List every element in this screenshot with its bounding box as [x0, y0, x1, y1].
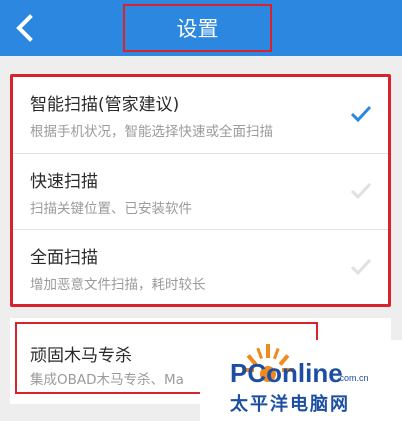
check-icon [350, 182, 372, 200]
brand-domain: .com.cn [337, 373, 369, 383]
title-highlight: 设置 [123, 4, 272, 52]
brand-text: PConline [230, 358, 343, 388]
option-quick-scan[interactable]: 快速扫描 扫描关键位置、已安装软件 [13, 153, 388, 228]
brand-cn-name: 太平洋电脑网 [230, 394, 350, 415]
trojan-title: 顽固木马专杀 [30, 346, 132, 366]
chevron-left-icon [16, 14, 33, 42]
option-subtitle: 根据手机状况，智能选择快速或全面扫描 [30, 124, 273, 140]
option-title: 快速扫描 [30, 172, 98, 192]
option-smart-scan[interactable]: 智能扫描(管家建议) 根据手机状况，智能选择快速或全面扫描 [13, 77, 388, 151]
scan-mode-group: 智能扫描(管家建议) 根据手机状况，智能选择快速或全面扫描 快速扫描 扫描关键位… [10, 74, 391, 307]
option-full-scan[interactable]: 全面扫描 增加恶意文件扫描，耗时较长 [13, 229, 388, 304]
pconline-watermark: PConline .com.cn 太平洋电脑网 [200, 340, 402, 421]
page-title: 设置 [176, 17, 219, 41]
option-subtitle: 增加恶意文件扫描，耗时较长 [30, 277, 206, 293]
back-button[interactable] [6, 8, 46, 48]
option-title: 全面扫描 [30, 248, 98, 268]
check-icon [350, 105, 372, 123]
check-icon [350, 258, 372, 276]
option-title: 智能扫描(管家建议) [30, 95, 180, 115]
top-bar: 设置 [0, 0, 402, 56]
option-subtitle: 扫描关键位置、已安装软件 [30, 201, 192, 217]
trojan-subtitle: 集成OBAD木马专杀、Ma [30, 372, 184, 388]
